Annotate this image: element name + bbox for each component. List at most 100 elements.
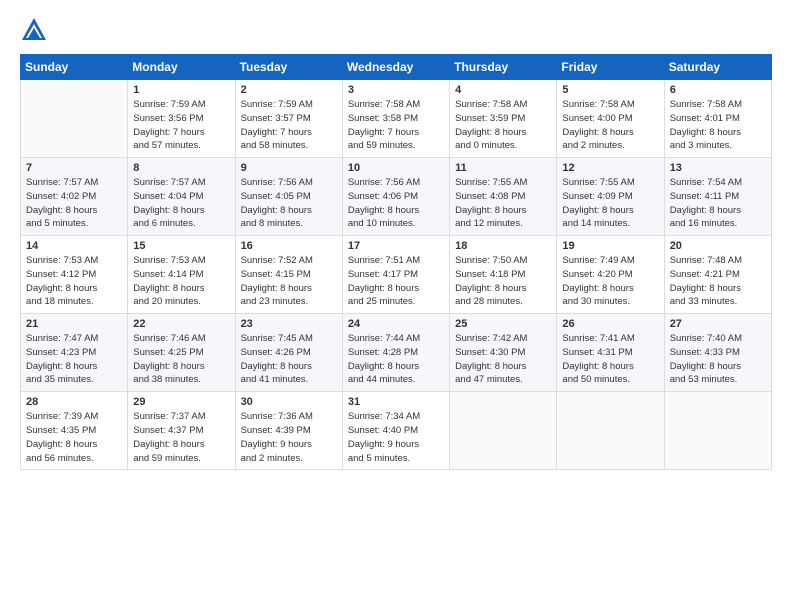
day-info: Sunrise: 7:59 AM Sunset: 3:56 PM Dayligh… <box>133 98 229 153</box>
logo-icon <box>20 16 48 44</box>
day-info: Sunrise: 7:58 AM Sunset: 3:58 PM Dayligh… <box>348 98 444 153</box>
page: SundayMondayTuesdayWednesdayThursdayFrid… <box>0 0 792 612</box>
day-info: Sunrise: 7:56 AM Sunset: 4:05 PM Dayligh… <box>241 176 337 231</box>
calendar-week-row: 7 Sunrise: 7:57 AM Sunset: 4:02 PM Daylig… <box>21 158 772 236</box>
day-number: 4 <box>455 84 551 96</box>
calendar-cell: 29 Sunrise: 7:37 AM Sunset: 4:37 PM Dayli… <box>128 392 235 470</box>
day-info: Sunrise: 7:58 AM Sunset: 4:01 PM Dayligh… <box>670 98 766 153</box>
calendar-cell: 10 Sunrise: 7:56 AM Sunset: 4:06 PM Dayli… <box>342 158 449 236</box>
calendar-cell: 25 Sunrise: 7:42 AM Sunset: 4:30 PM Dayli… <box>450 314 557 392</box>
calendar-cell: 14 Sunrise: 7:53 AM Sunset: 4:12 PM Dayli… <box>21 236 128 314</box>
calendar-table: SundayMondayTuesdayWednesdayThursdayFrid… <box>20 54 772 470</box>
day-info: Sunrise: 7:34 AM Sunset: 4:40 PM Dayligh… <box>348 410 444 465</box>
day-number: 23 <box>241 318 337 330</box>
calendar-cell: 1 Sunrise: 7:59 AM Sunset: 3:56 PM Daylig… <box>128 80 235 158</box>
day-number: 15 <box>133 240 229 252</box>
day-number: 3 <box>348 84 444 96</box>
calendar-week-row: 1 Sunrise: 7:59 AM Sunset: 3:56 PM Daylig… <box>21 80 772 158</box>
day-number: 22 <box>133 318 229 330</box>
weekday-header-monday: Monday <box>128 55 235 80</box>
weekday-header-tuesday: Tuesday <box>235 55 342 80</box>
day-number: 16 <box>241 240 337 252</box>
day-info: Sunrise: 7:47 AM Sunset: 4:23 PM Dayligh… <box>26 332 122 387</box>
day-info: Sunrise: 7:49 AM Sunset: 4:20 PM Dayligh… <box>562 254 658 309</box>
calendar-week-row: 28 Sunrise: 7:39 AM Sunset: 4:35 PM Dayli… <box>21 392 772 470</box>
day-number: 11 <box>455 162 551 174</box>
calendar-cell <box>557 392 664 470</box>
day-info: Sunrise: 7:46 AM Sunset: 4:25 PM Dayligh… <box>133 332 229 387</box>
calendar-cell: 30 Sunrise: 7:36 AM Sunset: 4:39 PM Dayli… <box>235 392 342 470</box>
calendar-cell: 31 Sunrise: 7:34 AM Sunset: 4:40 PM Dayli… <box>342 392 449 470</box>
weekday-header-thursday: Thursday <box>450 55 557 80</box>
calendar-cell <box>21 80 128 158</box>
day-info: Sunrise: 7:41 AM Sunset: 4:31 PM Dayligh… <box>562 332 658 387</box>
day-info: Sunrise: 7:52 AM Sunset: 4:15 PM Dayligh… <box>241 254 337 309</box>
weekday-header-saturday: Saturday <box>664 55 771 80</box>
day-info: Sunrise: 7:55 AM Sunset: 4:09 PM Dayligh… <box>562 176 658 231</box>
weekday-header-sunday: Sunday <box>21 55 128 80</box>
calendar-cell: 3 Sunrise: 7:58 AM Sunset: 3:58 PM Daylig… <box>342 80 449 158</box>
calendar-cell: 13 Sunrise: 7:54 AM Sunset: 4:11 PM Dayli… <box>664 158 771 236</box>
day-number: 30 <box>241 396 337 408</box>
calendar-cell: 6 Sunrise: 7:58 AM Sunset: 4:01 PM Daylig… <box>664 80 771 158</box>
calendar-cell: 27 Sunrise: 7:40 AM Sunset: 4:33 PM Dayli… <box>664 314 771 392</box>
day-number: 13 <box>670 162 766 174</box>
day-info: Sunrise: 7:45 AM Sunset: 4:26 PM Dayligh… <box>241 332 337 387</box>
calendar-cell <box>450 392 557 470</box>
day-number: 20 <box>670 240 766 252</box>
day-info: Sunrise: 7:48 AM Sunset: 4:21 PM Dayligh… <box>670 254 766 309</box>
day-number: 10 <box>348 162 444 174</box>
calendar-week-row: 14 Sunrise: 7:53 AM Sunset: 4:12 PM Dayli… <box>21 236 772 314</box>
day-number: 27 <box>670 318 766 330</box>
day-info: Sunrise: 7:57 AM Sunset: 4:04 PM Dayligh… <box>133 176 229 231</box>
day-number: 7 <box>26 162 122 174</box>
day-info: Sunrise: 7:53 AM Sunset: 4:14 PM Dayligh… <box>133 254 229 309</box>
calendar-week-row: 21 Sunrise: 7:47 AM Sunset: 4:23 PM Dayli… <box>21 314 772 392</box>
weekday-header-wednesday: Wednesday <box>342 55 449 80</box>
weekday-header-friday: Friday <box>557 55 664 80</box>
day-info: Sunrise: 7:53 AM Sunset: 4:12 PM Dayligh… <box>26 254 122 309</box>
weekday-header-row: SundayMondayTuesdayWednesdayThursdayFrid… <box>21 55 772 80</box>
day-info: Sunrise: 7:44 AM Sunset: 4:28 PM Dayligh… <box>348 332 444 387</box>
day-number: 17 <box>348 240 444 252</box>
day-number: 9 <box>241 162 337 174</box>
calendar-cell: 26 Sunrise: 7:41 AM Sunset: 4:31 PM Dayli… <box>557 314 664 392</box>
calendar-cell: 20 Sunrise: 7:48 AM Sunset: 4:21 PM Dayli… <box>664 236 771 314</box>
day-info: Sunrise: 7:40 AM Sunset: 4:33 PM Dayligh… <box>670 332 766 387</box>
day-number: 29 <box>133 396 229 408</box>
day-info: Sunrise: 7:58 AM Sunset: 3:59 PM Dayligh… <box>455 98 551 153</box>
calendar-cell: 18Sunrise: 7:50 AM Sunset: 4:18 PM Dayli… <box>450 236 557 314</box>
day-number: 2 <box>241 84 337 96</box>
day-info: Sunrise: 7:42 AM Sunset: 4:30 PM Dayligh… <box>455 332 551 387</box>
day-number: 21 <box>26 318 122 330</box>
day-number: 5 <box>562 84 658 96</box>
day-info: Sunrise: 7:36 AM Sunset: 4:39 PM Dayligh… <box>241 410 337 465</box>
day-number: 31 <box>348 396 444 408</box>
calendar-cell: 21 Sunrise: 7:47 AM Sunset: 4:23 PM Dayli… <box>21 314 128 392</box>
calendar-cell: 2Sunrise: 7:59 AM Sunset: 3:57 PM Daylig… <box>235 80 342 158</box>
day-number: 28 <box>26 396 122 408</box>
day-number: 19 <box>562 240 658 252</box>
calendar-cell: 12 Sunrise: 7:55 AM Sunset: 4:09 PM Dayli… <box>557 158 664 236</box>
day-info: Sunrise: 7:37 AM Sunset: 4:37 PM Dayligh… <box>133 410 229 465</box>
day-number: 1 <box>133 84 229 96</box>
day-info: Sunrise: 7:56 AM Sunset: 4:06 PM Dayligh… <box>348 176 444 231</box>
day-info: Sunrise: 7:50 AM Sunset: 4:18 PM Dayligh… <box>455 254 551 309</box>
day-info: Sunrise: 7:39 AM Sunset: 4:35 PM Dayligh… <box>26 410 122 465</box>
day-info: Sunrise: 7:57 AM Sunset: 4:02 PM Dayligh… <box>26 176 122 231</box>
calendar-cell: 9 Sunrise: 7:56 AM Sunset: 4:05 PM Daylig… <box>235 158 342 236</box>
day-info: Sunrise: 7:54 AM Sunset: 4:11 PM Dayligh… <box>670 176 766 231</box>
calendar-cell: 28 Sunrise: 7:39 AM Sunset: 4:35 PM Dayli… <box>21 392 128 470</box>
day-number: 14 <box>26 240 122 252</box>
calendar-cell: 24Sunrise: 7:44 AM Sunset: 4:28 PM Dayli… <box>342 314 449 392</box>
calendar-cell: 15 Sunrise: 7:53 AM Sunset: 4:14 PM Dayli… <box>128 236 235 314</box>
day-number: 12 <box>562 162 658 174</box>
calendar-cell: 4 Sunrise: 7:58 AM Sunset: 3:59 PM Daylig… <box>450 80 557 158</box>
day-number: 6 <box>670 84 766 96</box>
calendar-cell: 5Sunrise: 7:58 AM Sunset: 4:00 PM Daylig… <box>557 80 664 158</box>
day-number: 26 <box>562 318 658 330</box>
logo <box>20 16 54 44</box>
day-number: 25 <box>455 318 551 330</box>
calendar-cell: 8Sunrise: 7:57 AM Sunset: 4:04 PM Daylig… <box>128 158 235 236</box>
calendar-cell: 7 Sunrise: 7:57 AM Sunset: 4:02 PM Daylig… <box>21 158 128 236</box>
